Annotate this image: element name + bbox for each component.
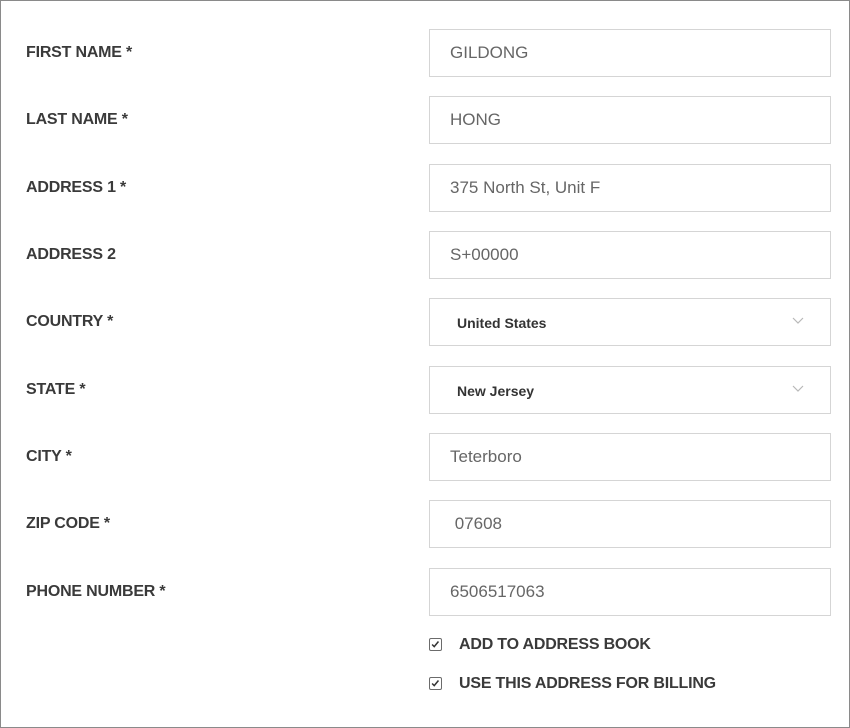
use-for-billing-checkbox[interactable] <box>429 677 442 690</box>
add-to-address-book-checkbox[interactable] <box>429 638 442 651</box>
address-2-input[interactable] <box>430 232 830 278</box>
phone-number-input[interactable] <box>430 569 830 615</box>
state-select[interactable]: New Jersey <box>429 366 831 414</box>
address-2-row: ADDRESS 2 <box>1 231 849 279</box>
zip-code-row: ZIP CODE * <box>1 500 849 548</box>
phone-number-field-box <box>429 568 831 616</box>
first-name-field-box <box>429 29 831 77</box>
add-to-address-book-label: ADD TO ADDRESS BOOK <box>459 636 651 653</box>
address-1-row: ADDRESS 1 * <box>1 164 849 212</box>
first-name-label: FIRST NAME * <box>26 44 133 61</box>
state-label: STATE * <box>26 381 86 398</box>
phone-number-label: PHONE NUMBER * <box>26 583 166 600</box>
address-2-field-box <box>429 231 831 279</box>
country-select[interactable]: United States <box>429 298 831 346</box>
country-selected-value: United States <box>457 315 547 331</box>
city-row: CITY * <box>1 433 849 481</box>
chevron-down-icon <box>792 317 804 324</box>
address-2-label: ADDRESS 2 <box>26 246 116 263</box>
shipping-address-form: FIRST NAME * LAST NAME * ADDRESS 1 * ADD… <box>0 0 850 728</box>
city-field-box <box>429 433 831 481</box>
chevron-down-icon <box>792 385 804 392</box>
country-row: COUNTRY * United States <box>1 298 849 346</box>
last-name-label: LAST NAME * <box>26 111 128 128</box>
address-1-label: ADDRESS 1 * <box>26 179 127 196</box>
phone-number-row: PHONE NUMBER * <box>1 568 849 616</box>
use-for-billing-label: USE THIS ADDRESS FOR BILLING <box>459 675 716 692</box>
address-1-field-box <box>429 164 831 212</box>
country-label: COUNTRY * <box>26 313 114 330</box>
zip-code-field-box <box>429 500 831 548</box>
checkmark-icon <box>431 680 440 687</box>
zip-code-input[interactable] <box>430 501 830 547</box>
address-1-input[interactable] <box>430 165 830 211</box>
zip-code-label: ZIP CODE * <box>26 515 110 532</box>
city-input[interactable] <box>430 434 830 480</box>
first-name-row: FIRST NAME * <box>1 29 849 77</box>
last-name-field-box <box>429 96 831 144</box>
state-selected-value: New Jersey <box>457 383 535 399</box>
state-row: STATE * New Jersey <box>1 366 849 414</box>
checkmark-icon <box>431 641 440 648</box>
last-name-row: LAST NAME * <box>1 96 849 144</box>
city-label: CITY * <box>26 448 72 465</box>
last-name-input[interactable] <box>430 97 830 143</box>
first-name-input[interactable] <box>430 30 830 76</box>
